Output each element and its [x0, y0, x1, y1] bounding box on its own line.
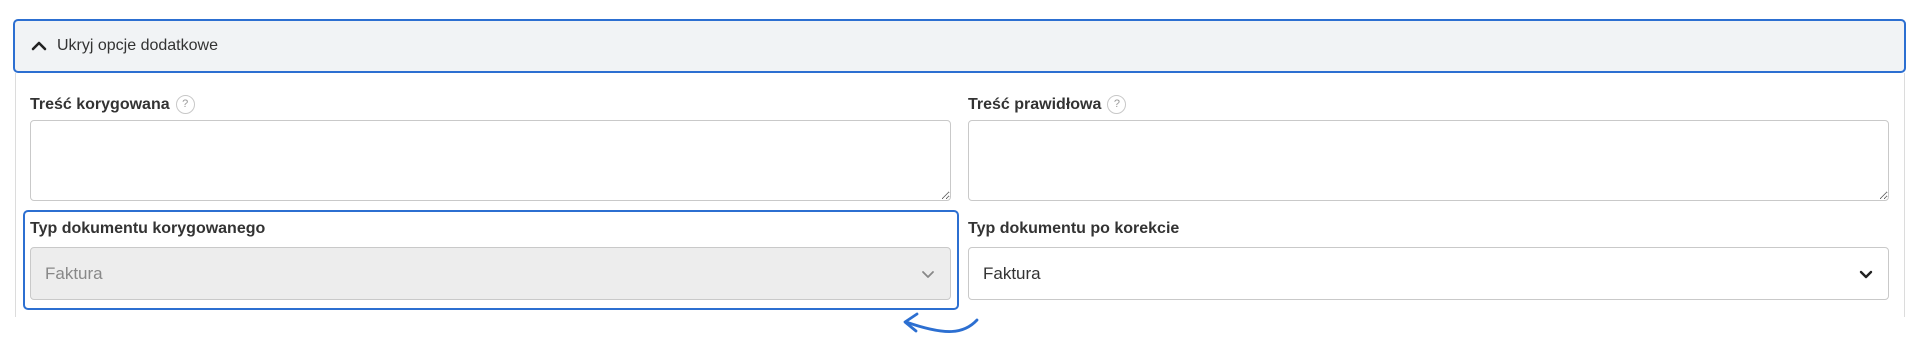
corrected-content-label-text: Treść korygowana — [30, 95, 170, 113]
post-correction-doc-type-label: Typ dokumentu po korekcie — [968, 220, 1180, 237]
corrected-doc-type-label: Typ dokumentu korygowanego — [30, 220, 266, 237]
corrected-doc-type-value: Faktura — [45, 263, 103, 283]
toggle-options-header[interactable]: Ukryj opcje dodatkowe — [13, 19, 1906, 73]
post-correction-doc-type-value: Faktura — [983, 263, 1041, 283]
chevron-up-icon — [31, 38, 47, 54]
help-icon[interactable]: ? — [175, 95, 195, 114]
help-icon[interactable]: ? — [1107, 95, 1127, 114]
correct-content-label: Treść prawidłowa ? — [968, 95, 1127, 114]
post-correction-doc-type-select[interactable]: Faktura — [968, 247, 1889, 300]
chevron-down-icon — [920, 266, 936, 282]
correct-content-label-text: Treść prawidłowa — [968, 95, 1102, 113]
corrected-content-textarea[interactable] — [30, 120, 951, 201]
corrected-content-label: Treść korygowana ? — [30, 95, 195, 114]
toggle-options-label: Ukryj opcje dodatkowe — [57, 37, 218, 54]
chevron-down-icon — [1858, 266, 1874, 282]
correct-content-textarea[interactable] — [968, 120, 1889, 201]
curved-arrow-icon — [903, 312, 979, 333]
corrected-doc-type-select[interactable]: Faktura — [30, 247, 951, 300]
